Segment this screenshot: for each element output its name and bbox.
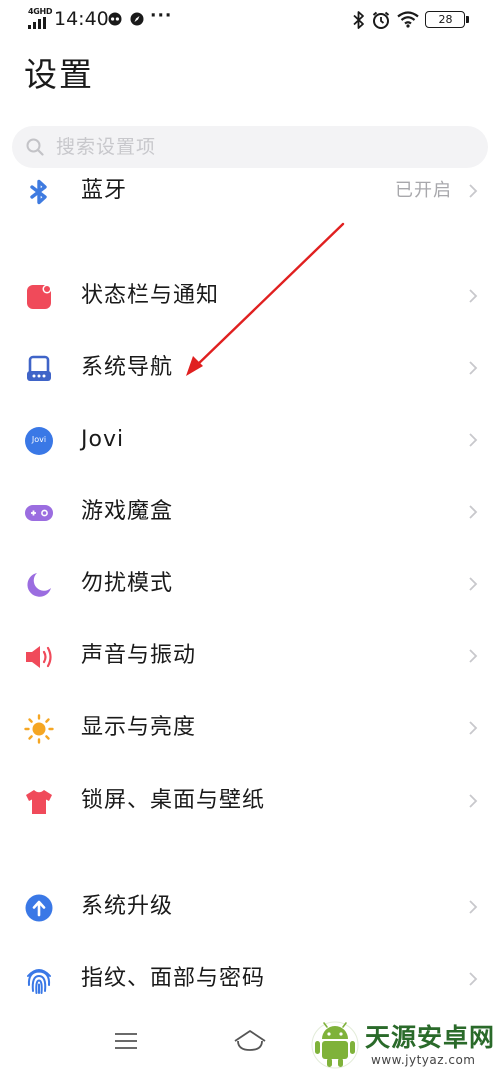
settings-item-label: 蓝牙 [81, 178, 128, 203]
settings-item-sound[interactable]: 声音与振动 [0, 624, 500, 688]
bluetooth-status: 已开启 [395, 180, 452, 201]
settings-item-label: Jovi [81, 427, 125, 452]
jovi-icon: Jovi [25, 427, 53, 455]
settings-screen: 4GHD 14:40 ··· 28 设置 搜索设置项 蓝牙 已开启 状态栏与通知… [0, 0, 500, 1072]
shirt-icon [26, 790, 52, 814]
search-icon [26, 138, 44, 156]
watermark-url: www.jytyaz.com [371, 1053, 476, 1067]
settings-item-game-box[interactable]: 游戏魔盒 [0, 480, 500, 544]
battery-icon: 28 [425, 11, 469, 28]
gamepad-icon [25, 505, 53, 521]
chevron-right-icon [469, 361, 478, 375]
watermark: 天源安卓网 www.jytyaz.com [305, 1018, 500, 1072]
alarm-icon [372, 11, 390, 29]
home-icon[interactable] [230, 1026, 270, 1056]
jovi-icon-text: Jovi [31, 435, 47, 444]
settings-item-dnd[interactable]: 勿扰模式 [0, 552, 500, 616]
chevron-right-icon [469, 972, 478, 986]
android-logo-icon [311, 1021, 359, 1069]
chevron-right-icon [469, 433, 478, 447]
menu-icon[interactable] [106, 1026, 146, 1056]
settings-item-label: 勿扰模式 [81, 571, 174, 596]
settings-item-fingerprint[interactable]: 指纹、面部与密码 [0, 947, 500, 1011]
compass-icon [130, 12, 144, 26]
settings-item-label: 系统导航 [81, 355, 174, 380]
settings-item-label: 状态栏与通知 [81, 283, 220, 308]
chevron-right-icon [469, 577, 478, 591]
battery-level: 28 [438, 13, 453, 26]
chevron-right-icon [469, 184, 478, 198]
network-type: 4GHD [28, 7, 53, 16]
settings-item-update[interactable]: 系统升级 [0, 875, 500, 939]
app-notification-icon [108, 12, 122, 26]
settings-item-jovi[interactable]: Jovi Jovi [0, 408, 500, 472]
settings-item-display[interactable]: 显示与亮度 [0, 696, 500, 760]
moon-icon [27, 573, 51, 597]
chevron-right-icon [469, 289, 478, 303]
navigation-icon [27, 355, 51, 381]
settings-item-label: 声音与振动 [81, 643, 197, 668]
settings-item-wallpaper[interactable]: 锁屏、桌面与壁纸 [0, 769, 500, 833]
status-bar: 4GHD 14:40 ··· 28 [0, 0, 500, 40]
settings-item-label: 指纹、面部与密码 [81, 966, 266, 991]
settings-item-bluetooth[interactable]: 蓝牙 已开启 [0, 159, 500, 223]
fingerprint-icon [27, 969, 51, 994]
wifi-icon [397, 11, 419, 28]
chevron-right-icon [469, 721, 478, 735]
bluetooth-icon [30, 179, 47, 205]
chevron-right-icon [469, 505, 478, 519]
search-placeholder: 搜索设置项 [56, 136, 157, 158]
speaker-icon [26, 646, 52, 668]
bluetooth-status-icon [353, 11, 364, 29]
chevron-right-icon [469, 900, 478, 914]
watermark-brand: 天源安卓网 [365, 1023, 496, 1052]
settings-item-label: 系统升级 [81, 894, 174, 919]
sun-icon [24, 714, 54, 744]
chevron-right-icon [469, 649, 478, 663]
more-notifications: ··· [150, 6, 173, 26]
settings-item-label: 游戏魔盒 [81, 499, 174, 524]
page-title: 设置 [24, 55, 94, 94]
clock: 14:40 [54, 8, 109, 30]
upgrade-icon [25, 894, 53, 922]
chevron-right-icon [469, 794, 478, 808]
settings-item-status-bar[interactable]: 状态栏与通知 [0, 264, 500, 328]
settings-item-label: 锁屏、桌面与壁纸 [81, 788, 266, 813]
notification-icon [27, 284, 52, 309]
status-bar-right: 28 [353, 8, 478, 32]
settings-item-system-nav[interactable]: 系统导航 [0, 336, 500, 400]
signal-icon [28, 17, 46, 29]
settings-item-label: 显示与亮度 [81, 715, 197, 740]
